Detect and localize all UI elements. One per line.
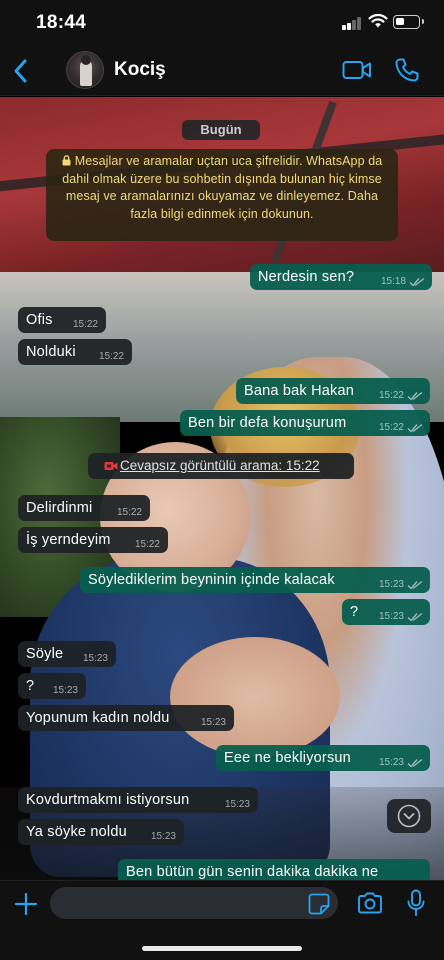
missed-call-text: Cevapsız görüntülü arama: 15:22	[120, 458, 320, 473]
message-time: 15:22	[98, 351, 124, 362]
message-input-bar	[0, 880, 444, 960]
message-bubble[interactable]: Nerdesin sen? 15:18	[250, 264, 432, 290]
missed-video-call-notice[interactable]: Cevapsız görüntülü arama: 15:22	[88, 453, 354, 479]
message-time: 15:23	[378, 579, 404, 590]
message-bubble[interactable]: Ben bir defa konuşurum 15:22	[180, 410, 430, 436]
message-text: ?	[350, 604, 359, 620]
message-time: 15:23	[224, 799, 250, 810]
wifi-icon	[368, 13, 388, 28]
message-time: 15:22	[116, 507, 142, 518]
back-chevron-icon[interactable]	[10, 56, 32, 86]
plus-icon[interactable]	[14, 892, 38, 916]
message-text: Söylediklerim beyninin içinde kalacak	[88, 572, 335, 588]
chat-area[interactable]: Bugün Mesajlar ve aramalar uçtan uca şif…	[0, 97, 444, 880]
message-time: 15:22	[72, 319, 98, 330]
microphone-icon[interactable]	[406, 889, 426, 917]
avatar[interactable]	[66, 51, 104, 89]
date-label: Bugün	[182, 120, 260, 140]
message-text: Yopunum kadın noldu	[26, 710, 170, 726]
status-time: 18:44	[36, 12, 87, 33]
message-time: 15:23	[150, 831, 176, 842]
message-text: Ya söyke noldu	[26, 824, 127, 840]
cellular-signal-icon	[342, 17, 362, 30]
scroll-to-bottom-button[interactable]	[387, 799, 431, 833]
message-bubble[interactable]: Ofis 15:22	[18, 307, 106, 333]
chevron-down-icon	[397, 804, 421, 828]
message-time: 15:23	[82, 653, 108, 664]
message-time: 15:23	[200, 717, 226, 728]
double-check-icon	[407, 580, 423, 590]
status-bar: 18:44	[0, 0, 444, 46]
missed-video-call-icon	[104, 462, 118, 470]
message-text: Kovdurtmakmı istiyorsun	[26, 792, 190, 808]
message-time: 15:23	[378, 611, 404, 622]
chat-header: Kociş	[0, 46, 444, 96]
message-text: Ofis	[26, 312, 53, 328]
video-call-icon[interactable]	[342, 59, 372, 81]
message-time: 15:22	[378, 422, 404, 433]
camera-icon[interactable]	[357, 892, 383, 914]
message-time: 15:22	[134, 539, 160, 550]
message-bubble[interactable]: İş yerndeyim 15:22	[18, 527, 168, 553]
message-bubble[interactable]: Eee ne bekliyorsun 15:23	[216, 745, 430, 771]
double-check-icon	[407, 423, 423, 433]
sticker-icon[interactable]	[308, 893, 330, 915]
message-bubble[interactable]: Ya söyke noldu 15:23	[18, 819, 184, 845]
contact-name[interactable]: Kociş	[114, 59, 166, 81]
double-check-icon	[407, 391, 423, 401]
message-time: 15:22	[378, 390, 404, 401]
message-bubble[interactable]: Delirdinmi 15:22	[18, 495, 150, 521]
message-text: İş yerndeyim	[26, 532, 111, 548]
message-text: Eee ne bekliyorsun	[224, 750, 351, 766]
message-bubble[interactable]: ? 15:23	[18, 673, 86, 699]
message-input[interactable]	[50, 887, 338, 919]
double-check-icon	[409, 277, 425, 287]
message-bubble[interactable]: Söylediklerim beyninin içinde kalacak 15…	[80, 567, 430, 593]
message-bubble[interactable]: Söyle 15:23	[18, 641, 116, 667]
message-text: Delirdinmi	[26, 500, 93, 516]
message-time: 15:23	[52, 685, 78, 696]
encryption-notice-text: Mesajlar ve aramalar uçtan uca şifrelidi…	[62, 154, 383, 221]
double-check-icon	[407, 612, 423, 622]
message-time: 15:18	[380, 276, 406, 287]
lock-icon	[62, 155, 71, 166]
battery-icon	[393, 15, 424, 29]
message-text: ?	[26, 678, 35, 694]
phone-call-icon[interactable]	[394, 57, 420, 83]
message-text: Bana bak Hakan	[244, 383, 355, 399]
message-bubble[interactable]: Bana bak Hakan 15:22	[236, 378, 430, 404]
message-time: 15:23	[378, 757, 404, 768]
message-bubble[interactable]: Yopunum kadın noldu 15:23	[18, 705, 234, 731]
message-text: Söyle	[26, 646, 64, 662]
message-bubble[interactable]: Ben bütün gün senin dakika dakika ne	[118, 859, 430, 880]
home-indicator	[142, 946, 302, 951]
message-text: Ben bir defa konuşurum	[188, 415, 347, 431]
message-bubble[interactable]: Nolduki 15:22	[18, 339, 132, 365]
message-bubble[interactable]: ? 15:23	[342, 599, 430, 625]
message-text: Nolduki	[26, 344, 76, 360]
message-bubble[interactable]: Kovdurtmakmı istiyorsun 15:23	[18, 787, 258, 813]
encryption-notice[interactable]: Mesajlar ve aramalar uçtan uca şifrelidi…	[46, 149, 398, 241]
message-text: Nerdesin sen?	[258, 269, 355, 285]
double-check-icon	[407, 758, 423, 768]
message-text: Ben bütün gün senin dakika dakika ne	[126, 864, 379, 880]
